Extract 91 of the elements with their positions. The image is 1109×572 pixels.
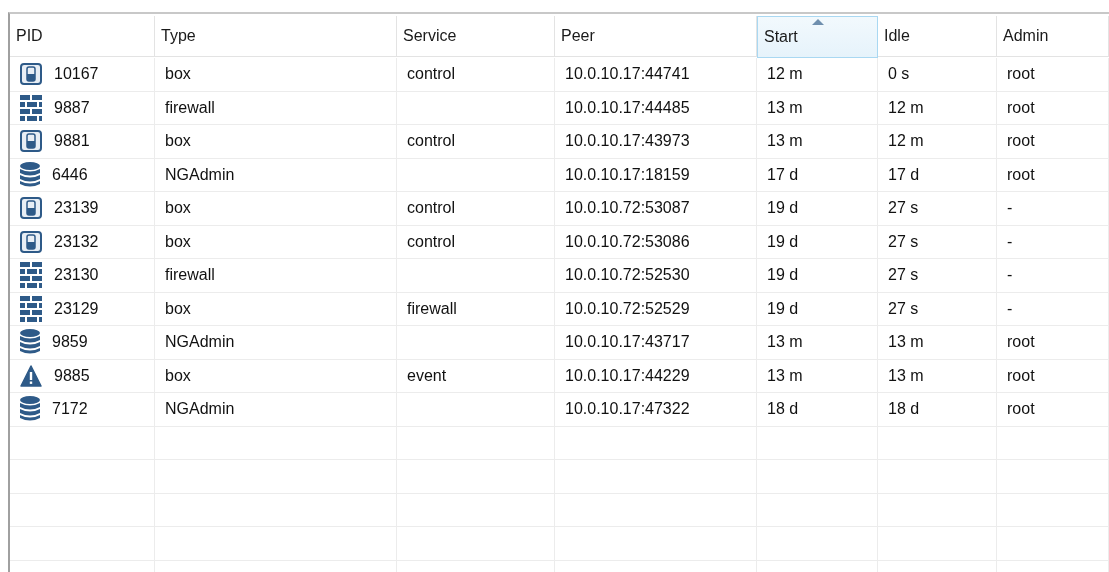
column-header[interactable]: Start [757,16,878,58]
brick-wall-icon [20,295,42,322]
table-cell: NGAdmin [155,158,397,192]
pid-text: 10167 [54,65,99,84]
table-cell: 10.0.10.17:44741 [555,58,757,92]
table-cell: root [997,393,1109,427]
table-cell: - [997,259,1109,293]
table-cell: control [397,192,555,226]
table-cell: 17 d [878,158,997,192]
pid-text: 9887 [54,98,90,117]
table-cell: root [997,58,1109,92]
table-cell: 27 s [878,192,997,226]
column-header[interactable]: Idle [878,16,997,57]
table-cell: NGAdmin [155,393,397,427]
table-cell: 27 s [878,292,997,326]
table-cell: 18 d [878,393,997,427]
table-cell: 10.0.10.72:52530 [555,259,757,293]
table-cell: 27 s [878,225,997,259]
pid-text: 23132 [54,232,99,251]
brick-wall-icon [20,262,42,289]
table-cell: 10.0.10.17:44229 [555,359,757,393]
table-cell: 19 d [757,192,878,226]
table-cell: - [997,292,1109,326]
column-header[interactable]: Type [155,16,397,57]
table-cell: 13 m [757,125,878,159]
table-cell: 10.0.10.72:53086 [555,225,757,259]
table-cell: firewall [155,91,397,125]
table-cell: 13 m [757,326,878,360]
table-cell: box [155,359,397,393]
database-icon [20,396,40,423]
table-cell: 10.0.10.17:18159 [555,158,757,192]
column-header[interactable]: PID [10,16,155,57]
table-cell: 10.0.10.17:47322 [555,393,757,427]
table-cell: box [155,192,397,226]
table-cell: firewall [155,259,397,293]
table-cell: box [155,125,397,159]
pid-text: 23130 [54,266,99,285]
database-icon [20,329,40,356]
pid-text: 9885 [54,366,90,385]
lock-icon [20,130,42,153]
pid-text: 9881 [54,132,90,151]
table-cell: control [397,58,555,92]
column-header[interactable]: Peer [555,16,757,57]
table-cell: root [997,326,1109,360]
table-cell: 0 s [878,58,997,92]
table-cell: 27 s [878,259,997,293]
table-cell: 18 d [757,393,878,427]
table-cell: box [155,225,397,259]
pid-text: 7172 [52,400,88,419]
table-cell: 10.0.10.17:44485 [555,91,757,125]
table-cell: 13 m [878,359,997,393]
table-cell: box [155,58,397,92]
table-cell: 10.0.10.17:43717 [555,326,757,360]
lock-icon [20,63,42,86]
table-cell: - [997,192,1109,226]
table-cell: control [397,225,555,259]
table-cell: 19 d [757,259,878,293]
table-cell: event [397,359,555,393]
pid-text: 23129 [54,299,99,318]
table-cell: 19 d [757,225,878,259]
table-cell: 10.0.10.17:43973 [555,125,757,159]
pid-text: 9859 [52,333,88,352]
column-header[interactable]: Admin [997,16,1109,57]
table-cell: 10.0.10.72:52529 [555,292,757,326]
pid-text: 23139 [54,199,99,218]
warning-icon [20,364,42,387]
table-cell: 19 d [757,292,878,326]
table-cell: firewall [397,292,555,326]
table-cell: root [997,158,1109,192]
lock-icon [20,197,42,220]
column-header[interactable]: Service [397,16,555,57]
table-cell: - [997,225,1109,259]
table-cell: 10.0.10.72:53087 [555,192,757,226]
pid-text: 6446 [52,165,88,184]
table-cell: box [155,292,397,326]
table-cell: 13 m [757,91,878,125]
sort-arrow-icon [811,19,824,25]
table-cell: 12 m [757,58,878,92]
table-cell: root [997,359,1109,393]
lock-icon [20,230,42,253]
brick-wall-icon [20,94,42,121]
table-cell: 13 m [878,326,997,360]
table-cell: root [997,91,1109,125]
database-icon [20,161,40,188]
table-cell: 13 m [757,359,878,393]
table-cell: 12 m [878,125,997,159]
table-cell: NGAdmin [155,326,397,360]
table-cell: 17 d [757,158,878,192]
table-cell: control [397,125,555,159]
table-cell: 12 m [878,91,997,125]
table-cell: root [997,125,1109,159]
